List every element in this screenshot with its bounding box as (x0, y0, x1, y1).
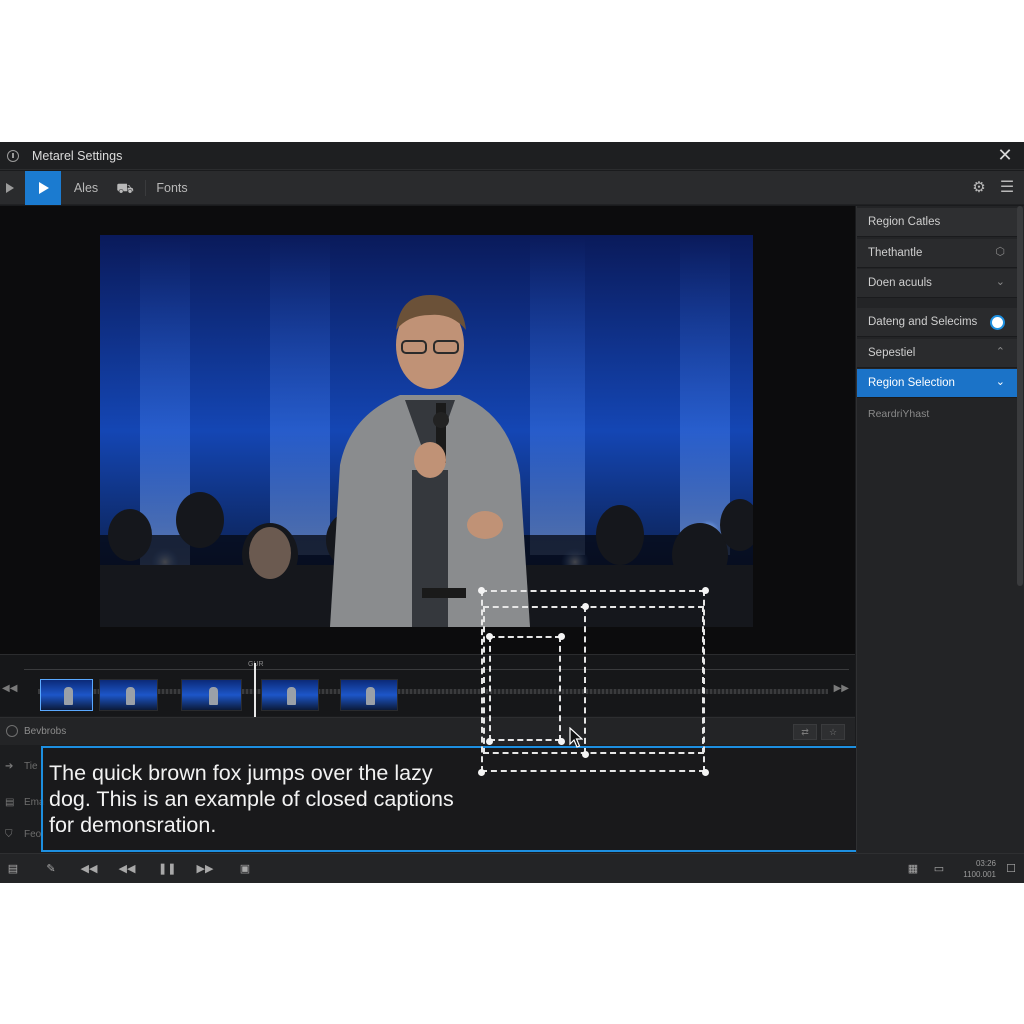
play-outline-icon (6, 183, 14, 193)
selection-handle[interactable] (557, 737, 565, 745)
list-item[interactable]: ▤ Ema (0, 793, 45, 815)
subtitles-panel-header: Bevbrobs ⇄ ☆ (0, 717, 855, 745)
panel-item-label: Thethantle (868, 247, 923, 259)
captions-icon[interactable]: ▦ (904, 860, 922, 878)
timeline-ruler (24, 669, 849, 670)
info-icon (7, 150, 19, 162)
subtitles-icon[interactable]: ▭ (930, 860, 948, 878)
timeline-clip[interactable] (99, 679, 158, 711)
bottom-toolbar: ▤ ✎ ◀◀ ◀◀ ❚❚ ▶▶ ▣ ▦ ▭ 03:26 1100.001 ☐ (0, 853, 1024, 883)
panel-item-label: Doen acuuls (868, 277, 932, 289)
panel-scrollbar[interactable] (1017, 206, 1023, 586)
edit-icon[interactable]: ✎ (42, 860, 60, 878)
step-back-icon[interactable]: ◀◀ (118, 860, 136, 878)
window-title: Metarel Settings (32, 149, 123, 163)
fast-forward-icon[interactable]: ▶▶ (196, 860, 214, 878)
star-icon[interactable]: ☆ (821, 724, 845, 740)
panel-item-label: Region Selection (868, 377, 955, 389)
time-readout: 03:26 1100.001 (963, 858, 996, 880)
main-toolbar: Ales ⛟ Fonts ⚙ ☰ (0, 171, 1024, 205)
panel-item-label: Sepestiel (868, 347, 916, 359)
film-icon[interactable]: ▣ (236, 860, 254, 878)
panel-item-thethantle[interactable]: Thethantle ⬡ (857, 239, 1017, 268)
title-bar: Metarel Settings ✕ (0, 142, 1024, 170)
timeline-clip[interactable] (40, 679, 93, 711)
selection-handle[interactable] (557, 632, 565, 640)
scroll-left-icon[interactable]: ◀◀ (2, 683, 17, 694)
timeline[interactable]: GUR ◀◀ ▶▶ (0, 654, 855, 717)
comment-icon[interactable]: ☐ (1002, 860, 1020, 878)
panel-item-dateng-selecims[interactable]: Dateng and Selecims (857, 308, 1017, 337)
preview-button[interactable] (0, 171, 22, 205)
selection-handle[interactable] (701, 768, 709, 776)
total-time: 1100.001 (963, 870, 996, 879)
panel-item-region-catles[interactable]: Region Catles (857, 208, 1017, 237)
panel-item-label: Dateng and Selecims (868, 316, 978, 328)
video-viewer: ▶ ⏭ ⏵ ⏮ ⇆ ◎ ▦ ▭ ⛶ (0, 206, 855, 710)
subtitles-panel-title: Bevbrobs (24, 726, 67, 737)
menu-icon[interactable]: ☰ (996, 171, 1018, 205)
toolbar-divider (145, 180, 146, 196)
play-icon (39, 182, 49, 194)
timeline-clip[interactable] (340, 679, 398, 711)
playhead[interactable] (254, 663, 256, 717)
timeline-clip[interactable] (261, 679, 319, 711)
selection-handle[interactable] (485, 737, 493, 745)
video-frame[interactable] (100, 235, 753, 627)
chevron-down-icon: ⌄ (995, 376, 1005, 388)
speaker-video-image (100, 235, 753, 627)
list-item-label: Feo (24, 829, 42, 840)
rewind-icon[interactable]: ◀◀ (80, 860, 98, 878)
selection-handle[interactable] (581, 750, 589, 758)
panel-item-doen-acuuls[interactable]: Doen acuuls ⌄ (857, 269, 1017, 298)
right-settings-panel: Region Catles Thethantle ⬡ Doen acuuls ⌄… (856, 206, 1024, 853)
layer-icon: ▤ (5, 797, 15, 808)
panel-footer-label: ReardriYhast (868, 408, 930, 420)
panel-item-region-selection[interactable]: Region Selection ⌄ (857, 369, 1017, 398)
list-item[interactable]: ➔ Tie (0, 757, 40, 779)
toolbar-item-ales[interactable]: Ales (66, 171, 106, 205)
selection-handle[interactable] (477, 768, 485, 776)
caption-text: The quick brown fox jumps over the lazy … (49, 761, 454, 837)
scroll-right-icon[interactable]: ▶▶ (834, 683, 849, 694)
selection-handle[interactable] (477, 586, 485, 594)
list-item[interactable]: ⛉ Feo (0, 825, 42, 847)
play-button[interactable] (25, 171, 61, 205)
mouse-cursor-icon (569, 727, 583, 748)
timeline-clip[interactable] (181, 679, 242, 711)
refresh-icon[interactable]: ⇄ (793, 724, 817, 740)
selection-handle[interactable] (485, 632, 493, 640)
chevron-up-icon: ⌃ (995, 346, 1005, 358)
pause-icon[interactable]: ❚❚ (158, 860, 176, 878)
toolbar-item-fonts[interactable]: Fonts (150, 171, 194, 205)
close-icon[interactable]: ✕ (996, 146, 1014, 164)
app-window: Metarel Settings ✕ Ales ⛟ Fonts ⚙ ☰ ◀◀ ▶… (0, 142, 1024, 883)
panel-item-label: Region Catles (868, 216, 941, 228)
current-time: 03:26 (975, 859, 996, 868)
settings-icon: ⬡ (995, 246, 1005, 258)
circle-icon (6, 725, 18, 737)
shield-icon: ⛉ (5, 829, 13, 840)
selection-handle[interactable] (701, 586, 709, 594)
layout-icon[interactable]: ▤ (4, 860, 22, 878)
cart-icon[interactable]: ⛟ (112, 171, 138, 205)
selection-handle[interactable] (581, 602, 589, 610)
list-item-label: Tie (24, 761, 38, 772)
region-selection-inner[interactable] (489, 636, 561, 741)
toggle-switch[interactable] (990, 315, 1005, 330)
panel-item-sepestiel[interactable]: Sepestiel ⌃ (857, 339, 1017, 368)
arrow-right-icon: ➔ (5, 761, 14, 772)
chevron-down-icon: ⌄ (995, 276, 1005, 288)
gear-icon[interactable]: ⚙ (968, 171, 990, 205)
